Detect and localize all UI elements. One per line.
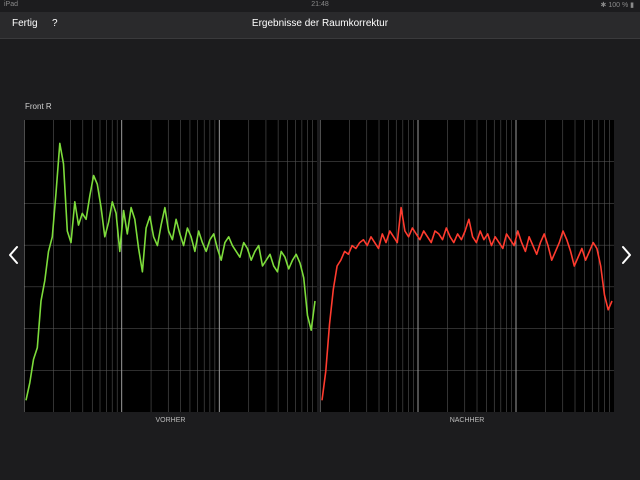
chevron-left-icon[interactable] bbox=[6, 244, 22, 266]
chart-before-svg bbox=[24, 120, 317, 412]
navigation-bar: Fertig ? Ergebnisse der Raumkorrektur bbox=[0, 12, 640, 39]
after-curve bbox=[321, 206, 613, 401]
before-caption: VORHER bbox=[155, 417, 186, 424]
chart-after bbox=[320, 120, 614, 412]
battery-status: ✱ 100 % ▮ bbox=[601, 1, 635, 9]
status-bar: iPad 21:48 ✱ 100 % ▮ bbox=[0, 0, 640, 12]
page-title: Ergebnisse der Raumkorrektur bbox=[251, 18, 389, 29]
chart-before bbox=[24, 120, 317, 412]
after-caption: NACHHER bbox=[449, 417, 485, 424]
status-time: 21:48 bbox=[311, 1, 329, 8]
battery-icon: ▮ bbox=[630, 2, 634, 9]
bluetooth-icon: ✱ bbox=[600, 2, 607, 9]
before-curve bbox=[25, 142, 316, 401]
chevron-right-icon[interactable] bbox=[618, 244, 634, 266]
battery-percent: 100 % bbox=[608, 2, 629, 9]
chart-after-svg bbox=[320, 120, 614, 412]
channel-label: Front R bbox=[25, 102, 52, 111]
after-grid bbox=[320, 120, 614, 412]
